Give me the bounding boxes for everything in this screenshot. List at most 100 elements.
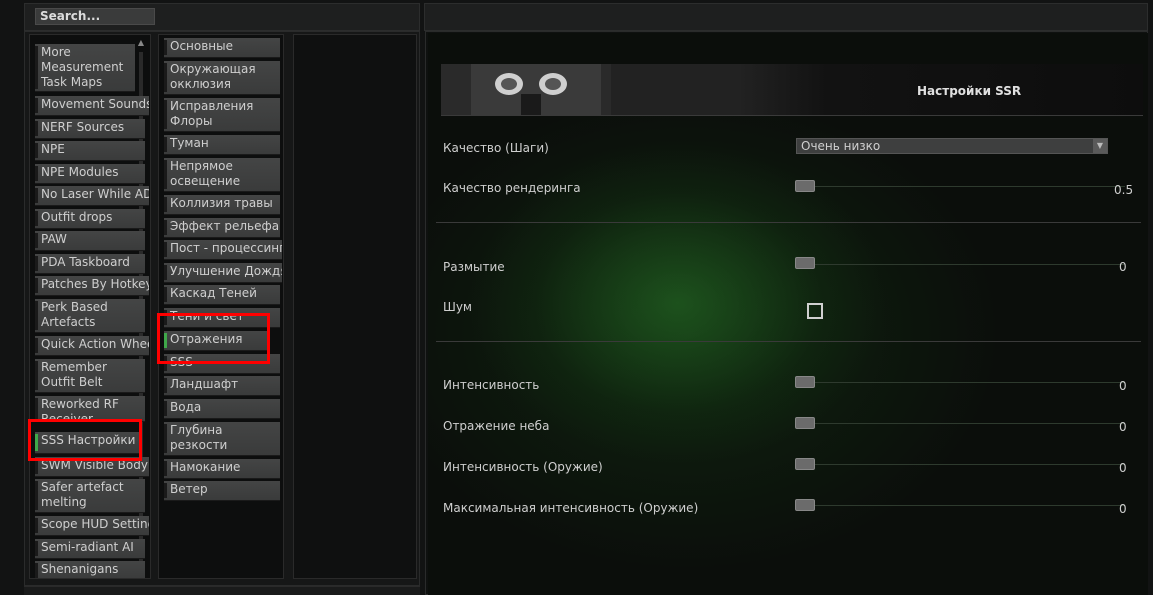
category-item[interactable]: Каскад Теней <box>164 285 280 305</box>
mod-item[interactable]: Semi-radiant AI <box>35 539 145 559</box>
mod-item[interactable]: Patches By Hotkey <box>35 276 149 296</box>
sky-reflection-slider-track[interactable] <box>795 423 1125 424</box>
category-item[interactable]: Вода <box>164 399 280 419</box>
blur-slider-track[interactable] <box>795 264 1125 265</box>
category-item-label: Намокание <box>170 460 241 474</box>
category-item[interactable]: Туман <box>164 135 280 155</box>
gas-mask-banner-icon <box>441 64 741 115</box>
category-item[interactable]: Коллизия травы <box>164 195 280 215</box>
category-item-label: Коллизия травы <box>170 196 273 210</box>
mod-item-label: SSS Настройки <box>41 433 136 447</box>
render-quality-slider-track[interactable] <box>795 186 1125 187</box>
category-item[interactable]: Эффект рельефа <box>164 218 280 238</box>
mod-item-selected[interactable]: SSS Настройки <box>35 432 139 454</box>
mod-item[interactable]: Safer artefact melting <box>35 479 145 513</box>
mod-item[interactable]: Quick Action Whee <box>35 336 149 356</box>
mod-item[interactable]: Remember Outfit Belt <box>35 359 145 393</box>
mod-item[interactable]: Shenanigans <box>35 561 145 578</box>
mod-item-label: NPE <box>41 142 65 156</box>
weapon-intensity-slider-track[interactable] <box>795 464 1125 465</box>
category-item-label: Ландшафт <box>170 377 239 391</box>
category-item[interactable]: Ветер <box>164 481 280 501</box>
category-item[interactable]: Пост - процессинг <box>164 240 282 260</box>
mod-item[interactable]: SWM Visible Body <box>35 457 149 477</box>
mod-item[interactable]: Perk Based Artefacts <box>35 299 145 333</box>
max-weapon-intensity-slider-handle[interactable] <box>795 499 815 511</box>
category-item[interactable]: Намокание <box>164 459 280 479</box>
render-quality-slider-handle[interactable] <box>795 180 815 192</box>
max-weapon-intensity-value: 0 <box>1119 502 1127 516</box>
category-item-label: Каскад Теней <box>170 286 257 300</box>
weapon-intensity-slider-handle[interactable] <box>795 458 815 470</box>
blur-slider-handle[interactable] <box>795 257 815 269</box>
empty-column <box>293 34 417 579</box>
category-item-label: Пост - процессинг <box>170 241 282 255</box>
category-item-label: Ветер <box>170 482 208 496</box>
divider <box>436 222 1141 223</box>
blur-value: 0 <box>1119 260 1127 274</box>
max-weapon-intensity-slider-track[interactable] <box>795 505 1125 506</box>
right-top-bar <box>424 3 1148 31</box>
category-item[interactable]: Основные <box>164 38 280 58</box>
category-item[interactable]: Исправления Флоры <box>164 98 280 132</box>
noise-checkbox[interactable] <box>807 303 823 319</box>
quality-dropdown[interactable]: Очень низко ▼ <box>796 138 1108 154</box>
category-item-label: Исправления Флоры <box>170 99 254 128</box>
weapon-intensity-label: Интенсивность (Оружие) <box>443 460 603 474</box>
noise-label: Шум <box>443 300 472 314</box>
search-input[interactable]: Search... <box>35 8 155 25</box>
mod-item[interactable]: Scope HUD Setting <box>35 516 149 536</box>
settings-banner <box>441 64 1143 116</box>
mod-item-label: Remember Outfit Belt <box>41 360 107 389</box>
mod-item[interactable]: PDA Taskboard <box>35 254 145 274</box>
category-item-label: Основные <box>170 39 234 53</box>
category-item[interactable]: Улучшение Дождя <box>164 263 282 283</box>
category-item[interactable]: Ландшафт <box>164 376 280 396</box>
category-item-selected[interactable]: Отражения <box>164 331 268 351</box>
category-item[interactable]: SSS <box>164 354 280 374</box>
sky-reflection-value: 0 <box>1119 420 1127 434</box>
mod-item-label: NERF Sources <box>41 120 125 134</box>
render-quality-label: Качество рендеринга <box>443 181 581 195</box>
category-item-label: Окружающая окклюзия <box>170 62 256 91</box>
mod-item[interactable]: Movement Sounds <box>35 96 149 116</box>
mod-item[interactable]: No Laser While AD <box>35 186 149 206</box>
category-item[interactable]: Глубина резкости оружия <box>164 422 280 456</box>
category-list: Основные Окружающая окклюзия Исправления… <box>164 38 282 508</box>
mod-item-label: Shenanigans <box>41 562 119 576</box>
mod-item[interactable]: NPE <box>35 141 145 161</box>
intensity-slider-track[interactable] <box>795 382 1125 383</box>
mod-item[interactable]: PAW <box>35 231 145 251</box>
mod-item[interactable]: More Measurement Task Maps <box>35 44 135 92</box>
mod-item[interactable]: Outfit drops <box>35 209 145 229</box>
bottom-bar <box>24 586 420 595</box>
chevron-down-icon[interactable]: ▼ <box>1093 139 1107 153</box>
mod-item-label: Safer artefact melting <box>41 480 124 509</box>
mod-item[interactable]: Reworked RF Receiver <box>35 396 145 422</box>
category-item-label: Эффект рельефа <box>170 219 280 233</box>
mod-item[interactable]: NPE Modules <box>35 164 145 184</box>
intensity-slider-handle[interactable] <box>795 376 815 388</box>
mod-item-label: More Measurement Task Maps <box>41 45 124 89</box>
category-item[interactable]: Непрямое освещение <box>164 158 280 192</box>
render-quality-value: 0.5 <box>1114 183 1134 197</box>
blur-label: Размытие <box>443 260 505 274</box>
mod-item-label: Outfit drops <box>41 210 113 224</box>
active-marker <box>35 434 38 451</box>
divider <box>436 341 1141 342</box>
mod-item-label: PDA Taskboard <box>41 255 130 269</box>
mod-item[interactable]: NERF Sources <box>35 119 145 139</box>
mod-item-label: PAW <box>41 232 67 246</box>
category-item-label: Отражения <box>170 332 243 346</box>
mod-item-label: Reworked RF Receiver <box>41 397 119 422</box>
category-item-label: Улучшение Дождя <box>170 264 282 278</box>
category-item[interactable]: Тени и свет <box>164 308 280 328</box>
category-item-label: Глубина резкости оружия <box>170 423 228 455</box>
sky-reflection-slider-handle[interactable] <box>795 417 815 429</box>
mod-item-label: Semi-radiant AI <box>41 540 134 554</box>
quality-label: Качество (Шаги) <box>443 141 549 155</box>
mod-item-label: Patches By Hotkey <box>41 277 149 291</box>
mod-item-label: SWM Visible Body <box>41 458 148 472</box>
category-item[interactable]: Окружающая окклюзия <box>164 61 280 95</box>
intensity-label: Интенсивность <box>443 378 540 392</box>
